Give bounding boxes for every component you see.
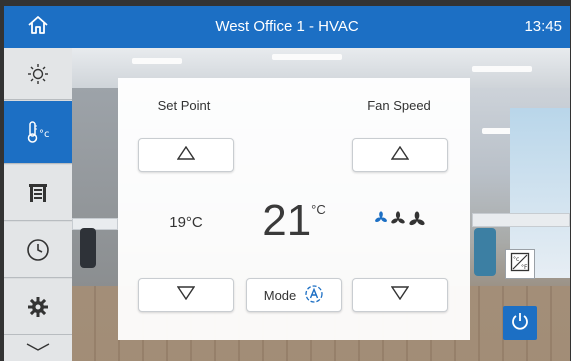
- setpoint-down-button[interactable]: [138, 278, 234, 312]
- setpoint-number: 19: [169, 214, 186, 231]
- triangle-up-icon: [176, 145, 196, 165]
- setpoint-up-button[interactable]: [138, 138, 234, 172]
- heat-cool-switch-button[interactable]: °c °F: [505, 249, 535, 279]
- clock-icon: [26, 238, 50, 262]
- fan-speed-down-button[interactable]: [352, 278, 448, 312]
- ceiling-light: [472, 66, 532, 72]
- sidebar-item-lighting[interactable]: [4, 48, 72, 100]
- clock-time: 13:45: [524, 18, 562, 35]
- sidebar-item-blinds[interactable]: [4, 165, 72, 221]
- sidebar: °c: [4, 48, 72, 361]
- fan-speed-label: Fan Speed: [367, 98, 431, 113]
- setpoint-value: 19°C: [138, 214, 234, 231]
- current-temperature-number: 21: [262, 196, 312, 245]
- mode-label: Mode: [263, 287, 297, 303]
- setpoint-unit: °C: [185, 214, 203, 231]
- office-chair: [474, 228, 496, 276]
- fan-icon: [390, 211, 406, 234]
- auto-mode-icon: [304, 284, 324, 307]
- sidebar-item-temperature[interactable]: °c: [4, 101, 72, 164]
- triangle-up-icon: [390, 145, 410, 165]
- title-bar: West Office 1 - HVAC 13:45: [4, 6, 570, 48]
- fan-icon: [408, 211, 426, 234]
- heat-cool-switch-icon: °c °F: [510, 252, 530, 277]
- blinds-icon: [27, 182, 49, 204]
- ceiling-light: [132, 58, 182, 64]
- power-icon: [510, 311, 530, 336]
- svg-text:°F: °F: [521, 264, 528, 271]
- page-title: West Office 1 - HVAC: [215, 18, 359, 35]
- office-desk: [72, 218, 118, 230]
- hvac-screen: West Office 1 - HVAC 13:45 °c Set Point …: [0, 0, 571, 361]
- fan-icon: [374, 211, 388, 234]
- hvac-control-panel: Set Point Fan Speed 19°C 21°C Mode: [118, 78, 470, 340]
- mode-button[interactable]: Mode: [246, 278, 342, 312]
- sidebar-item-settings[interactable]: [4, 279, 72, 335]
- svg-text:°c: °c: [513, 256, 519, 263]
- chevron-down-icon: [25, 339, 51, 357]
- current-temperature: 21°C: [248, 196, 340, 246]
- power-button[interactable]: [503, 306, 537, 340]
- fan-speed-up-button[interactable]: [352, 138, 448, 172]
- ceiling-light: [272, 54, 342, 60]
- lighting-icon: [27, 63, 49, 85]
- triangle-down-icon: [390, 285, 410, 305]
- fan-speed-indicator: [352, 211, 448, 234]
- triangle-down-icon: [176, 285, 196, 305]
- current-temperature-unit: °C: [311, 202, 326, 217]
- office-desk: [472, 213, 570, 227]
- sidebar-item-schedule[interactable]: [4, 222, 72, 278]
- office-chair: [80, 228, 96, 268]
- gear-icon: [27, 296, 49, 318]
- thermometer-celsius-icon: °c: [25, 119, 51, 145]
- svg-text:°c: °c: [39, 129, 50, 140]
- ceiling-light: [482, 128, 512, 134]
- setpoint-label: Set Point: [157, 98, 211, 113]
- sidebar-more-button[interactable]: [4, 335, 72, 361]
